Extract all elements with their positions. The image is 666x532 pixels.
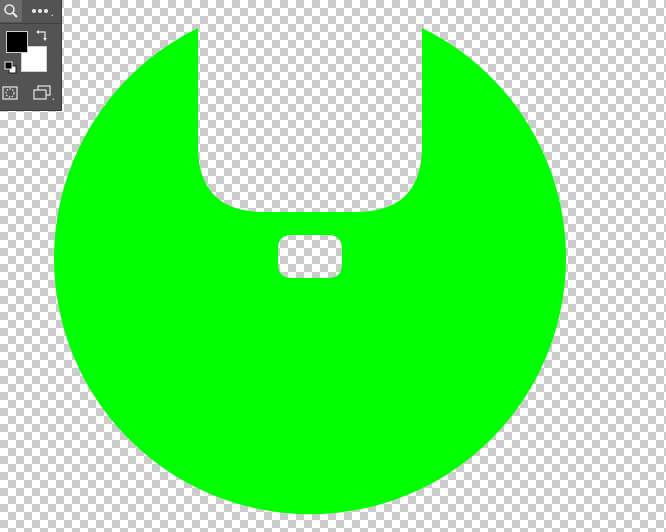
green-shape[interactable]: [54, 28, 567, 515]
swap-arrows-icon: [35, 29, 49, 43]
foreground-color-swatch[interactable]: [6, 31, 28, 53]
default-colors-button[interactable]: [4, 61, 17, 74]
quick-mask-icon: [1, 85, 19, 101]
zoom-tool-button[interactable]: [0, 0, 22, 22]
tools-panel: [0, 0, 62, 111]
green-shape-artwork[interactable]: [0, 0, 666, 532]
screen-mode-icon: [30, 83, 56, 103]
toolbar-divider: [0, 23, 61, 24]
swap-colors-button[interactable]: [35, 29, 49, 43]
more-icon: [28, 2, 54, 20]
more-tools-button[interactable]: [28, 2, 54, 20]
screen-mode-button[interactable]: [30, 83, 56, 103]
magnifier-icon: [3, 3, 19, 19]
default-colors-icon: [4, 61, 17, 74]
quick-mask-button[interactable]: [0, 84, 20, 102]
